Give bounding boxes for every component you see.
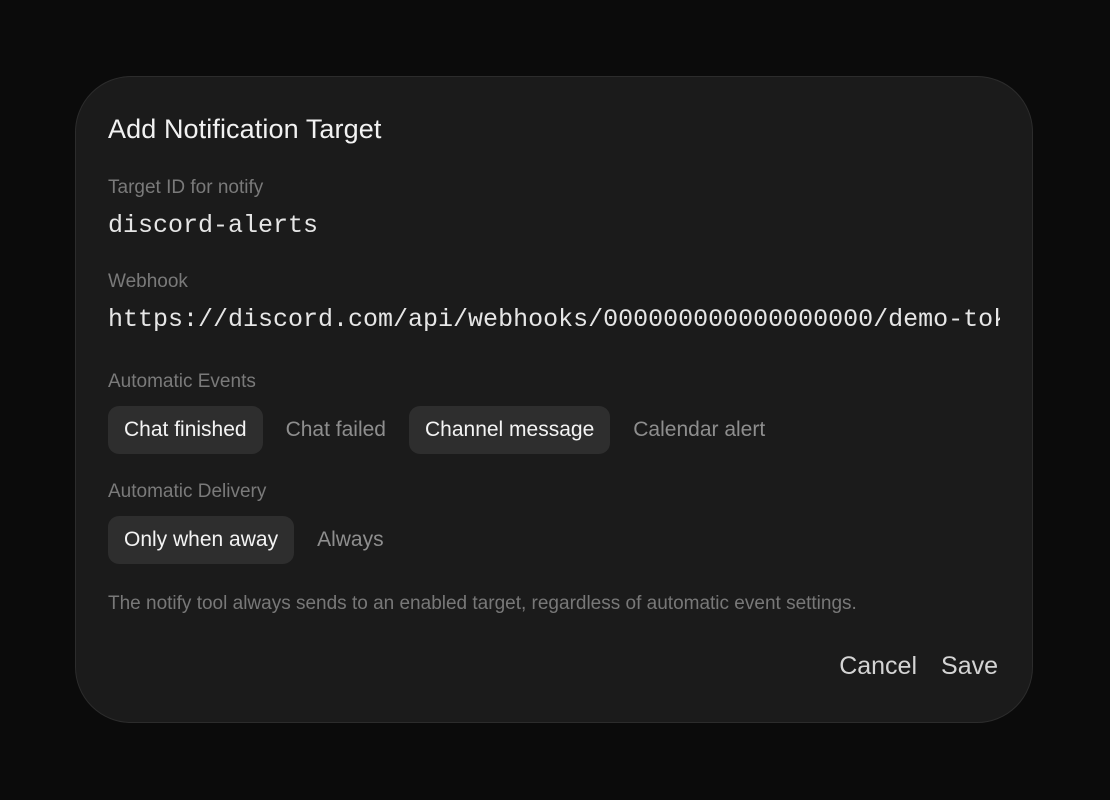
delivery-always-chip[interactable]: Always	[301, 516, 400, 564]
dialog-actions: Cancel Save	[839, 652, 998, 681]
event-chat-finished-chip[interactable]: Chat finished	[108, 406, 263, 454]
notify-hint-text: The notify tool always sends to an enabl…	[108, 593, 857, 614]
save-button[interactable]: Save	[941, 652, 998, 681]
webhook-field[interactable]	[108, 305, 1000, 334]
automatic-delivery-options: Only when away Always	[108, 516, 400, 564]
target-id-label: Target ID for notify	[108, 177, 264, 198]
automatic-events-options: Chat finished Chat failed Channel messag…	[108, 406, 781, 454]
webhook-label: Webhook	[108, 271, 188, 292]
event-channel-message-chip[interactable]: Channel message	[408, 406, 611, 454]
automatic-events-label: Automatic Events	[108, 371, 256, 392]
delivery-only-when-away-chip[interactable]: Only when away	[108, 516, 295, 564]
automatic-delivery-label: Automatic Delivery	[108, 481, 267, 502]
target-id-field[interactable]	[108, 211, 998, 240]
event-chat-failed-chip[interactable]: Chat failed	[270, 406, 402, 454]
add-notification-target-dialog: Add Notification Target Target ID for no…	[75, 76, 1033, 723]
dialog-title: Add Notification Target	[108, 114, 382, 144]
cancel-button[interactable]: Cancel	[839, 652, 917, 681]
event-calendar-alert-chip[interactable]: Calendar alert	[617, 406, 781, 454]
